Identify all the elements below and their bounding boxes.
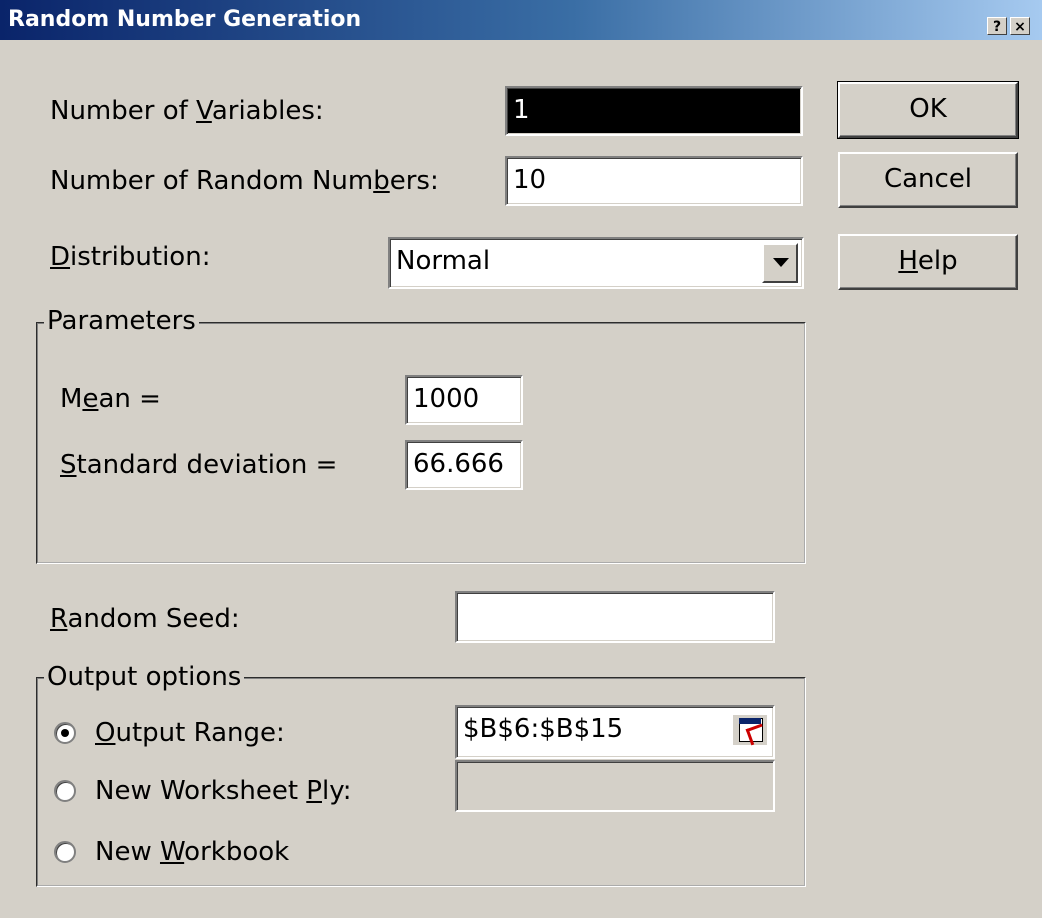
help-title-button[interactable]: ? xyxy=(987,17,1007,35)
output-range-radio[interactable] xyxy=(54,722,76,744)
stddev-label: Standard deviation = xyxy=(60,450,338,480)
distribution-select[interactable]: Normal xyxy=(388,237,804,289)
output-options-legend: Output options xyxy=(44,662,245,692)
random-seed-label: Random Seed: xyxy=(50,604,240,634)
collapse-dialog-icon[interactable] xyxy=(733,715,768,746)
stddev-input[interactable]: 66.666 xyxy=(405,440,523,490)
new-workbook-radio[interactable] xyxy=(54,841,76,863)
close-button[interactable]: × xyxy=(1010,17,1030,35)
ok-button[interactable]: OK xyxy=(837,81,1019,139)
distribution-label: Distribution: xyxy=(50,242,211,272)
parameters-legend: Parameters xyxy=(44,306,199,336)
distribution-value: Normal xyxy=(396,246,491,276)
output-range-value: $B$6:$B$15 xyxy=(463,714,624,744)
chevron-down-icon[interactable] xyxy=(762,243,798,283)
mean-label: Mean = xyxy=(60,384,161,414)
mean-input[interactable]: 1000 xyxy=(405,375,523,425)
new-worksheet-ply-radio[interactable] xyxy=(54,780,76,802)
new-workbook-label[interactable]: New Workbook xyxy=(95,837,289,867)
title-bar: Random Number Generation ? × xyxy=(0,0,1042,40)
new-worksheet-ply-label[interactable]: New Worksheet Ply: xyxy=(95,776,351,806)
num-random-input[interactable]: 10 xyxy=(505,156,803,206)
output-range-input[interactable]: $B$6:$B$15 xyxy=(455,705,775,759)
dialog-title: Random Number Generation xyxy=(8,7,362,32)
num-random-label: Number of Random Numbers: xyxy=(50,166,439,196)
help-button[interactable]: Help xyxy=(838,234,1018,290)
new-worksheet-ply-input[interactable] xyxy=(455,760,775,812)
num-variables-input[interactable]: 1 xyxy=(505,86,803,136)
random-seed-input[interactable] xyxy=(455,591,775,643)
random-number-generation-dialog: Random Number Generation ? × Number of V… xyxy=(0,0,1042,918)
num-variables-label: Number of Variables: xyxy=(50,96,324,126)
cancel-button[interactable]: Cancel xyxy=(838,152,1018,208)
output-range-label[interactable]: Output Range: xyxy=(95,718,285,748)
